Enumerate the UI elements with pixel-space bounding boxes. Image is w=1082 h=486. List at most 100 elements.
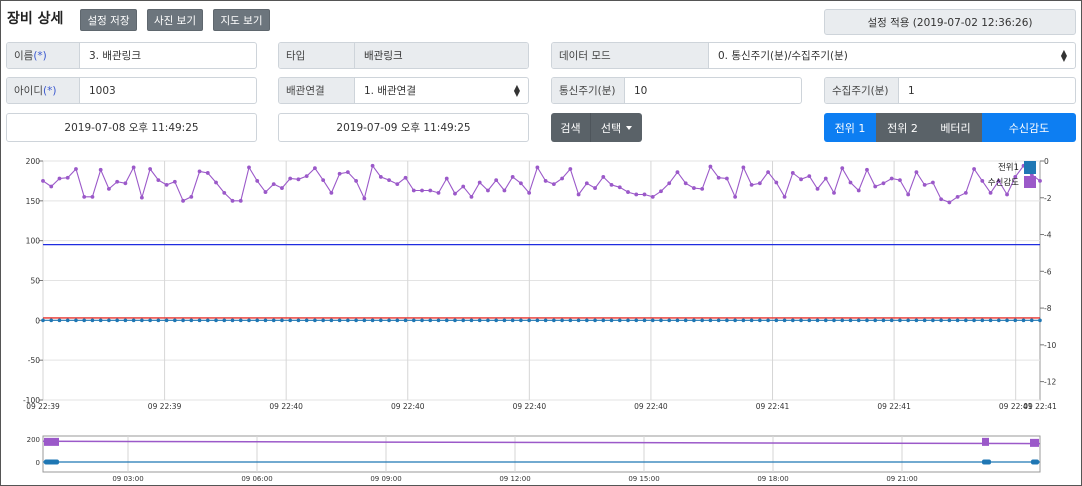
potential-point: [519, 318, 523, 323]
potential-point: [774, 318, 779, 323]
rssi-series: [41, 163, 1042, 205]
toggle-battery[interactable]: 베터리: [929, 113, 982, 142]
rssi-point: [667, 181, 672, 186]
rssi-point: [486, 188, 490, 193]
overview-potential-block: [982, 459, 991, 465]
name-label: 이름 (*): [7, 43, 80, 68]
potential-point: [379, 318, 383, 323]
select-dropdown-button[interactable]: 선택: [590, 113, 642, 142]
toggle-potential-2[interactable]: 전위 2: [876, 113, 929, 142]
potential-point: [807, 318, 812, 323]
potential-point: [403, 318, 408, 323]
potential-point: [675, 318, 680, 323]
rssi-point: [65, 175, 70, 180]
potential-point: [420, 318, 424, 323]
overview-tick-label: 09 12:00: [499, 475, 530, 483]
rssi-point: [321, 178, 326, 183]
potential-point: [469, 318, 474, 323]
potential-point: [428, 318, 433, 323]
potential-point: [1013, 318, 1018, 323]
toggle-rssi[interactable]: 수신감도: [982, 113, 1076, 142]
potential-point: [865, 318, 869, 323]
potential-point: [164, 318, 169, 323]
potential-point: [766, 318, 770, 323]
potential-point: [263, 318, 268, 323]
link-select[interactable]: 1. 배관연결 ▲ ▼: [355, 78, 528, 103]
search-group: 검색 선택: [551, 113, 642, 142]
link-label: 배관연결: [279, 78, 355, 103]
potential-point: [156, 318, 161, 323]
rssi-point: [98, 167, 103, 172]
potential-point: [280, 318, 284, 323]
date-from-input[interactable]: 2019-07-08 오후 11:49:25: [6, 113, 257, 142]
potential-point: [840, 318, 845, 323]
rssi-point: [469, 194, 474, 199]
rssi-point: [82, 194, 87, 199]
rssi-point: [593, 186, 597, 190]
rssi-point: [354, 179, 359, 183]
potential-point: [444, 318, 449, 323]
required-mark: (*): [42, 84, 57, 97]
rssi-point: [634, 192, 639, 197]
name-input[interactable]: 3. 배관링크: [80, 43, 256, 68]
rssi-point: [403, 175, 408, 180]
potential-point: [115, 318, 119, 323]
potential-point: [700, 318, 704, 323]
data-mode-select[interactable]: 0. 통신주기(분)/수집주기(분) ▲ ▼: [709, 43, 1075, 68]
rssi-point: [955, 194, 960, 199]
potential-point: [609, 318, 614, 323]
rssi-point: [197, 169, 202, 174]
rssi-point: [90, 194, 95, 199]
rssi-point: [378, 175, 383, 179]
rssi-point: [148, 167, 153, 171]
potential-point: [708, 318, 713, 323]
rssi-point: [898, 178, 902, 183]
overview-chart[interactable]: 200 0 09 03:00 09 06:00 09 09:00 09 12:00 09 1…: [0, 428, 1082, 484]
potential-point: [955, 318, 960, 323]
potential-point: [939, 318, 943, 323]
toggle-potential-1[interactable]: 전위 1: [824, 113, 876, 142]
potential-point: [346, 318, 350, 323]
search-button[interactable]: 검색: [551, 113, 590, 142]
potential-point: [601, 318, 606, 323]
main-chart[interactable]: 200 150 100 50 0 -50 -10 0 0 -2 -4 -6 -8 -10 -12 09 2…: [0, 148, 1082, 420]
date-to-input[interactable]: 2019-07-09 오후 11:49:25: [278, 113, 529, 142]
rssi-point: [650, 194, 655, 199]
name-field: 이름 (*) 3. 배관링크: [6, 42, 257, 69]
save-settings-button[interactable]: 설정 저장: [80, 9, 137, 31]
overview-series: [42, 437, 1041, 465]
threshold-lines: [43, 244, 1040, 319]
view-photo-button[interactable]: 사진 보기: [147, 9, 203, 31]
rssi-point: [700, 186, 705, 191]
potential-point: [461, 318, 466, 323]
rssi-point: [807, 174, 812, 179]
x-tick-label: 09 22:41: [756, 402, 790, 411]
collect-period-input[interactable]: 1: [899, 78, 1075, 103]
potential-point: [230, 318, 235, 323]
rssi-point: [461, 184, 466, 189]
potential-point: [173, 318, 177, 323]
potential-point: [238, 318, 243, 323]
rssi-point: [387, 178, 391, 183]
rssi-point: [584, 181, 589, 186]
overview-tick-label: 09 09:00: [370, 475, 401, 483]
chart-legend[interactable]: 전위1 수신감도: [988, 161, 1036, 188]
potential-point: [552, 318, 556, 323]
potential-point: [288, 318, 292, 323]
potential-point: [898, 318, 902, 323]
rssi-point: [642, 192, 647, 197]
comm-period-input[interactable]: 10: [625, 78, 801, 103]
rssi-point: [49, 184, 54, 189]
collect-period-field: 수집주기(분) 1: [824, 77, 1076, 104]
apply-settings-button[interactable]: 설정 적용 (2019-07-02 12:36:26): [824, 9, 1076, 35]
potential-point: [791, 318, 795, 323]
potential-point: [650, 318, 655, 323]
right-axis-ticks: 0 -2 -4 -6 -8 -10 -12: [1040, 157, 1056, 387]
rssi-point: [362, 196, 367, 201]
id-input[interactable]: 1003: [80, 78, 256, 103]
view-map-button[interactable]: 지도 보기: [213, 9, 270, 31]
potential-point: [626, 318, 630, 323]
potential-point: [964, 318, 968, 323]
rssi-point: [889, 176, 894, 181]
rssi-point: [601, 175, 606, 179]
